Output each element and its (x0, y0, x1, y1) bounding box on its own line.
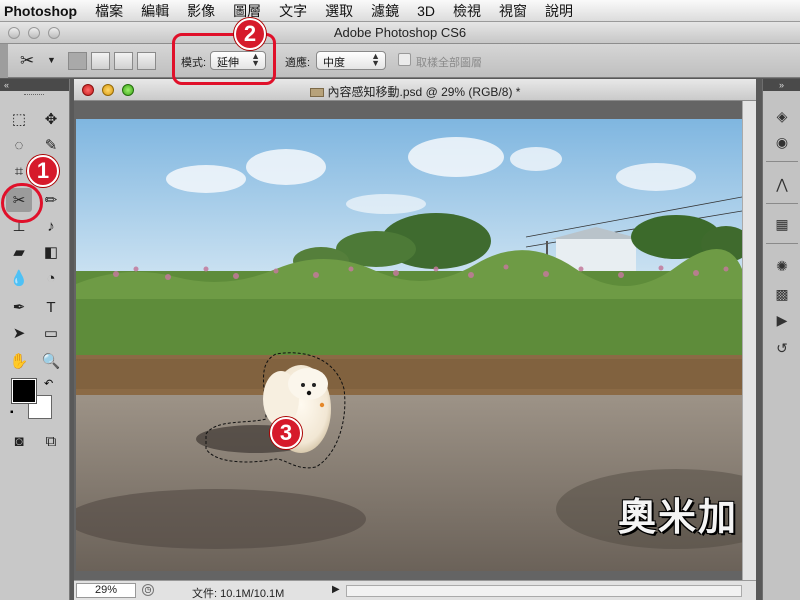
sample-all-label: 取樣全部圖層 (416, 57, 482, 69)
status-bar: 29% ◷ 文件: 10.1M/10.1M ▶ (74, 580, 756, 600)
status-menu-arrow-icon[interactable]: ▶ (332, 584, 340, 595)
actions-panel-icon[interactable]: ▶ (771, 309, 793, 331)
adapt-label: 適應: (285, 57, 311, 69)
panel-dock: » ◈ ◉ ⋀ ▦ ✺ ▩ ▶ ↺ (762, 79, 800, 600)
dodge-tool-icon[interactable]: ◔ (38, 266, 64, 290)
blur-tool-icon[interactable]: 💧 (6, 266, 32, 290)
horizontal-scrollbar[interactable] (346, 585, 742, 597)
history-brush-tool-icon[interactable]: ♪ (38, 214, 64, 238)
move-tool-icon[interactable]: ✥ (38, 107, 64, 131)
quick-mask-icon[interactable]: ◙ (6, 429, 32, 453)
document-title-text: 內容感知移動.psd @ 29% (RGB/8) * (327, 85, 521, 99)
file-size-info: 文件: 10.1M/10.1M (192, 588, 285, 600)
app-menu[interactable]: Photoshop (4, 3, 77, 19)
callout-badge-3: 3 (270, 417, 302, 449)
preset-dropdown-icon[interactable]: ▼ (47, 55, 56, 65)
menu-bar: Photoshop 檔案 編輯 影像 圖層 文字 選取 濾鏡 3D 檢視 視窗 … (0, 0, 800, 22)
window-title-bar: Adobe Photoshop CS6 (0, 22, 800, 44)
document-title: 內容感知移動.psd @ 29% (RGB/8) * (74, 83, 756, 100)
menu-type[interactable]: 文字 (279, 1, 307, 21)
menu-view[interactable]: 檢視 (453, 1, 481, 21)
photoshop-screen: Photoshop 檔案 編輯 影像 圖層 文字 選取 濾鏡 3D 檢視 視窗 … (0, 0, 800, 600)
color-panel-icon[interactable]: ✺ (771, 255, 793, 277)
default-colors-icon[interactable]: ▪ (10, 407, 14, 418)
panel-grip[interactable] (24, 94, 44, 97)
history-panel-icon[interactable]: ↺ (771, 337, 793, 359)
subtract-selection-button[interactable] (114, 52, 133, 70)
callout-ring-tool (1, 183, 43, 223)
properties-panel-icon[interactable]: ▦ (771, 213, 793, 235)
panel-divider (766, 203, 798, 204)
vertical-scrollbar[interactable] (742, 101, 756, 580)
panel-dock-header[interactable]: » (763, 79, 800, 91)
paths-panel-icon[interactable]: ⋀ (771, 173, 793, 195)
tool-preset-icon[interactable]: ✂ (20, 51, 34, 71)
callout-badge-1: 1 (27, 155, 59, 187)
gradient-tool-icon[interactable]: ◧ (38, 240, 64, 264)
zoom-tool-icon[interactable]: 🔍 (38, 349, 64, 373)
menu-file[interactable]: 檔案 (95, 1, 123, 21)
watermark-logo: 奧米加 (617, 495, 738, 539)
swap-colors-icon[interactable]: ↶ (44, 377, 53, 390)
pen-tool-icon[interactable]: ✒ (6, 295, 32, 319)
layers-panel-icon[interactable]: ◈ (771, 105, 793, 127)
menu-select[interactable]: 選取 (325, 1, 353, 21)
type-tool-icon[interactable]: T (38, 295, 64, 319)
document-window: 內容感知移動.psd @ 29% (RGB/8) * 奧米加 29% ◷ 文件:… (74, 79, 756, 600)
adapt-select[interactable]: 中度 ▲ ▼ (316, 51, 386, 70)
eraser-tool-icon[interactable]: ▰ (6, 240, 32, 264)
menu-image[interactable]: 影像 (187, 1, 215, 21)
callout-badge-2: 2 (234, 18, 266, 50)
menu-edit[interactable]: 編輯 (141, 1, 169, 21)
swatches-panel-icon[interactable]: ▩ (771, 283, 793, 305)
image-canvas[interactable]: 奧米加 (76, 119, 742, 571)
menu-filter[interactable]: 濾鏡 (371, 1, 399, 21)
menu-3d[interactable]: 3D (417, 3, 435, 19)
lasso-tool-icon[interactable]: ◌ (6, 133, 32, 157)
options-grip (0, 44, 8, 78)
menu-help[interactable]: 說明 (545, 1, 573, 21)
marquee-tool-icon[interactable]: ⬚ (6, 107, 32, 131)
window-title: Adobe Photoshop CS6 (333, 25, 467, 40)
foreground-color-swatch[interactable] (11, 378, 37, 404)
zoom-level-field[interactable]: 29% (76, 583, 136, 598)
shape-tool-icon[interactable]: ▭ (38, 321, 64, 345)
options-bar: ✂ ▼ 模式: 延伸 ▲ ▼ 適應: 中度 ▲ ▼ 取樣全部圖層 (0, 44, 800, 78)
hand-tool-icon[interactable]: ✋ (6, 349, 32, 373)
add-selection-button[interactable] (91, 52, 110, 70)
panel-divider (766, 161, 798, 162)
intersect-selection-button[interactable] (137, 52, 156, 70)
status-options-icon[interactable]: ◷ (142, 584, 154, 596)
channels-panel-icon[interactable]: ◉ (771, 131, 793, 153)
tools-panel-header[interactable]: « (0, 79, 69, 91)
select-arrows-icon: ▲ ▼ (371, 51, 380, 68)
sample-all-checkbox[interactable] (398, 53, 411, 66)
path-select-tool-icon[interactable]: ➤ (6, 321, 32, 345)
panel-divider (766, 243, 798, 244)
new-selection-button[interactable] (68, 52, 87, 70)
adapt-select-value: 中度 (323, 57, 345, 69)
screen-mode-icon[interactable]: ⧉ (38, 429, 64, 453)
quick-select-tool-icon[interactable]: ✎ (38, 133, 64, 157)
menu-window[interactable]: 視窗 (499, 1, 527, 21)
document-thumbnail-icon (309, 88, 324, 97)
